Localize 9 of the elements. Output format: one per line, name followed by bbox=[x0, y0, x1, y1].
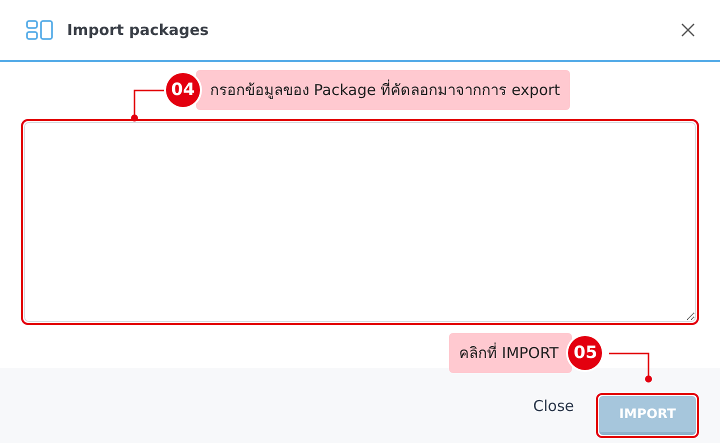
close-button[interactable]: Close bbox=[529, 390, 578, 420]
callout-label: คลิกที่ IMPORT bbox=[449, 333, 572, 373]
leader-line bbox=[609, 352, 653, 383]
close-icon[interactable] bbox=[681, 23, 695, 37]
step-badge: 05 bbox=[568, 336, 602, 370]
layout-icon bbox=[26, 20, 54, 40]
window-title: Import packages bbox=[67, 21, 210, 39]
callout-label: กรอกข้อมูลของ Package ที่คัดลอกมาจากการ export bbox=[196, 70, 570, 110]
step-badge: 04 bbox=[166, 73, 200, 107]
